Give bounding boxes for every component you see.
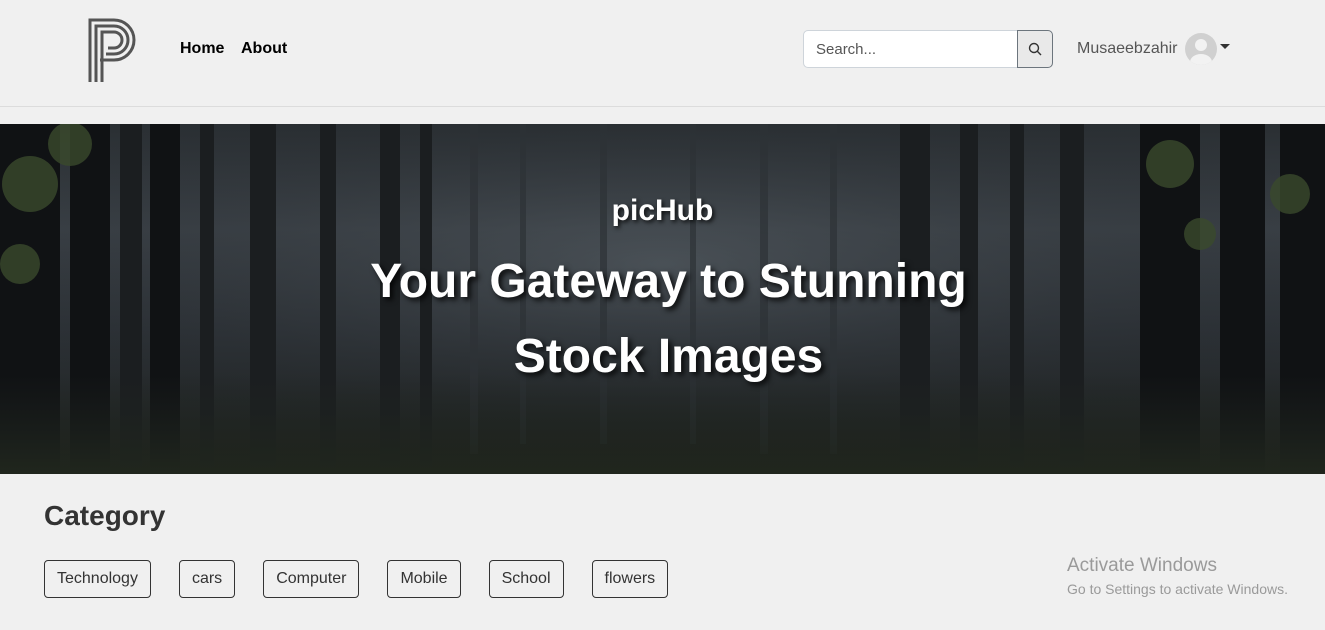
caret-down-icon (1219, 43, 1230, 49)
pichub-logo[interactable] (86, 16, 138, 84)
category-button-computer[interactable]: Computer (263, 560, 360, 598)
category-list: Technology cars Computer Mobile School f… (44, 560, 696, 598)
nav-link-about[interactable]: About (241, 40, 287, 58)
watermark-title: Activate Windows (1067, 555, 1217, 576)
category-heading: Category (44, 500, 166, 531)
activate-windows-watermark: Activate Windows Go to Settings to activ… (1067, 555, 1288, 601)
hero-banner: picHub Your Gateway to Stunning Stock Im… (0, 124, 1325, 474)
category-button-flowers[interactable]: flowers (591, 560, 669, 598)
category-button-mobile[interactable]: Mobile (387, 560, 461, 598)
category-button-technology[interactable]: Technology (44, 560, 151, 598)
search-button[interactable] (1017, 30, 1053, 68)
watermark-subtitle: Go to Settings to activate Windows. (1067, 581, 1288, 597)
category-button-cars[interactable]: cars (178, 560, 236, 598)
navbar: Home About Musaeebzahir (0, 0, 1325, 107)
search-icon (1028, 42, 1042, 56)
hero-subtitle: picHub (611, 194, 714, 227)
user-avatar-icon (1189, 39, 1212, 65)
hero-title: Your Gateway to Stunning Stock Images (370, 255, 967, 383)
search-input[interactable] (803, 30, 1018, 68)
user-menu-dropdown[interactable]: Musaeebzahir (1077, 32, 1230, 66)
username: Musaeebzahir (1077, 40, 1178, 57)
category-button-school[interactable]: School (488, 560, 564, 598)
nav-link-home[interactable]: Home (180, 40, 224, 58)
avatar (1184, 33, 1217, 65)
